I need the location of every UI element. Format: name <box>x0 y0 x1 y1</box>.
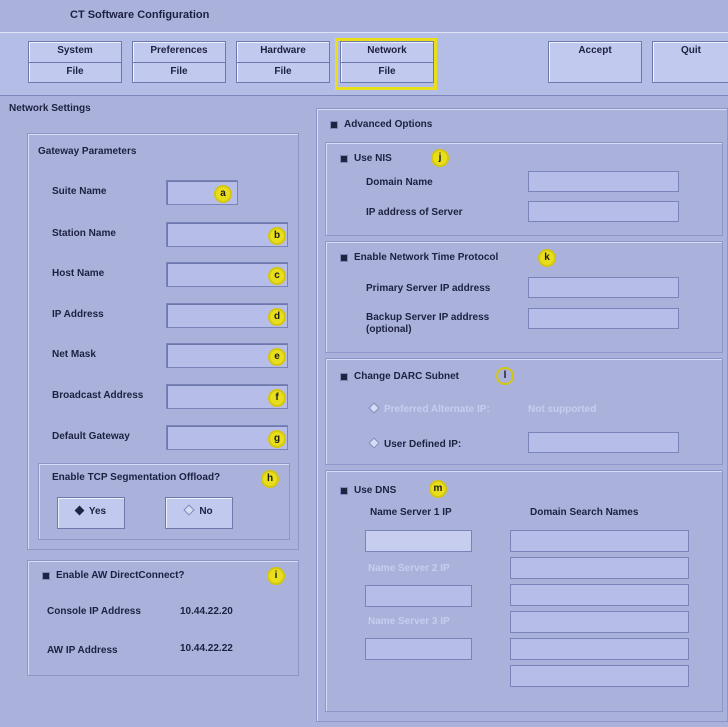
marker-m: m <box>429 480 447 498</box>
marker-j: j <box>431 149 449 167</box>
ntp-backup-sub: (optional) <box>366 324 412 335</box>
nis-domain-label: Domain Name <box>366 177 433 188</box>
radio-unselected-icon <box>368 402 380 414</box>
preferences-file-button[interactable]: Preferences File <box>132 41 226 83</box>
marker-f: f <box>268 389 286 407</box>
aw-checkbox[interactable] <box>42 572 50 580</box>
dns-search-field-3[interactable] <box>510 584 689 606</box>
system-label: System <box>57 45 93 56</box>
tso-no-radio[interactable]: No <box>165 497 233 529</box>
darc-preferred-option[interactable]: Preferred Alternate IP: <box>368 402 490 415</box>
darc-user-option[interactable]: User Defined IP: <box>368 437 462 450</box>
darc-preferred-label: Preferred Alternate IP: <box>384 404 490 415</box>
darc-user-field[interactable] <box>528 432 679 453</box>
dns-ns2-field[interactable] <box>365 585 472 607</box>
radio-unselected-icon <box>183 504 195 516</box>
darc-user-label: User Defined IP: <box>384 439 462 450</box>
ntp-backup-field[interactable] <box>528 308 679 329</box>
marker-e: e <box>268 348 286 366</box>
hardware-file-label: File <box>274 66 292 77</box>
console-ip-label: Console IP Address <box>47 606 141 617</box>
advanced-label: Advanced Options <box>344 119 433 130</box>
hardware-file-button[interactable]: Hardware File <box>236 41 330 83</box>
default-gateway-label: Default Gateway <box>52 431 130 442</box>
nis-domain-field[interactable] <box>528 171 679 192</box>
aw-label: Enable AW DirectConnect? <box>56 570 185 581</box>
nis-label: Use NIS <box>354 153 392 164</box>
hardware-label: Hardware <box>260 45 306 56</box>
console-ip-value: 10.44.22.20 <box>180 606 233 617</box>
tso-yes-label: Yes <box>88 506 107 517</box>
host-name-label: Host Name <box>52 268 105 279</box>
preferences-label: Preferences <box>150 45 208 56</box>
dns-checkbox[interactable] <box>340 487 348 495</box>
radio-selected-icon <box>74 505 85 516</box>
dns-ns2-label: Name Server 2 IP <box>368 563 450 574</box>
nis-server-label: IP address of Server <box>366 207 463 218</box>
advanced-checkbox[interactable] <box>330 121 338 129</box>
network-highlight <box>335 38 437 90</box>
window-title: CT Software Configuration <box>70 9 210 21</box>
darc-label: Change DARC Subnet <box>354 371 459 382</box>
dns-search-field-5[interactable] <box>510 638 689 660</box>
tso-no-label: No <box>199 506 213 517</box>
dns-search-field-4[interactable] <box>510 611 689 633</box>
marker-b: b <box>268 227 286 245</box>
ntp-primary-field[interactable] <box>528 277 679 298</box>
broadcast-address-label: Broadcast Address <box>52 390 144 401</box>
marker-i: i <box>267 567 285 585</box>
marker-k: k <box>538 249 556 267</box>
dns-ns3-field[interactable] <box>365 638 472 660</box>
marker-g: g <box>268 430 286 448</box>
dns-search-field-6[interactable] <box>510 665 689 687</box>
marker-a: a <box>214 185 232 203</box>
ntp-checkbox[interactable] <box>340 254 348 262</box>
dns-ns3-label: Name Server 3 IP <box>368 616 450 627</box>
accept-button[interactable]: Accept <box>548 41 642 83</box>
darc-checkbox[interactable] <box>340 373 348 381</box>
nis-server-field[interactable] <box>528 201 679 222</box>
marker-c: c <box>268 267 286 285</box>
marker-h: h <box>261 470 279 488</box>
marker-l: l <box>496 367 514 385</box>
marker-d: d <box>268 308 286 326</box>
accept-label: Accept <box>578 45 612 56</box>
aw-ip-label: AW IP Address <box>47 645 118 656</box>
ip-address-label: IP Address <box>52 309 104 320</box>
dns-ns1-label: Name Server 1 IP <box>370 507 452 518</box>
dns-label: Use DNS <box>354 485 397 496</box>
gateway-title: Gateway Parameters <box>38 146 137 157</box>
dns-ns1-field[interactable] <box>365 530 472 552</box>
system-file-label: File <box>66 66 84 77</box>
quit-button[interactable]: Quit <box>652 41 728 83</box>
ntp-backup-label: Backup Server IP address <box>366 312 490 323</box>
radio-unselected-icon <box>368 437 380 449</box>
nis-checkbox[interactable] <box>340 155 348 163</box>
network-settings-title: Network Settings <box>9 103 91 114</box>
preferences-file-label: File <box>170 66 188 77</box>
station-name-label: Station Name <box>52 228 116 239</box>
darc-preferred-value: Not supported <box>528 404 597 415</box>
tso-label: Enable TCP Segmentation Offload? <box>52 472 221 483</box>
dns-search-field-2[interactable] <box>510 557 689 579</box>
system-file-button[interactable]: System File <box>28 41 122 83</box>
ntp-label: Enable Network Time Protocol <box>354 252 499 263</box>
quit-label: Quit <box>681 45 701 56</box>
aw-ip-value: 10.44.22.22 <box>180 643 233 654</box>
dns-search-field-1[interactable] <box>510 530 689 552</box>
ntp-primary-label: Primary Server IP address <box>366 283 491 294</box>
dns-search-label: Domain Search Names <box>530 507 639 518</box>
tso-yes-radio[interactable]: Yes <box>57 497 125 529</box>
suite-name-label: Suite Name <box>52 186 107 197</box>
net-mask-label: Net Mask <box>52 349 96 360</box>
